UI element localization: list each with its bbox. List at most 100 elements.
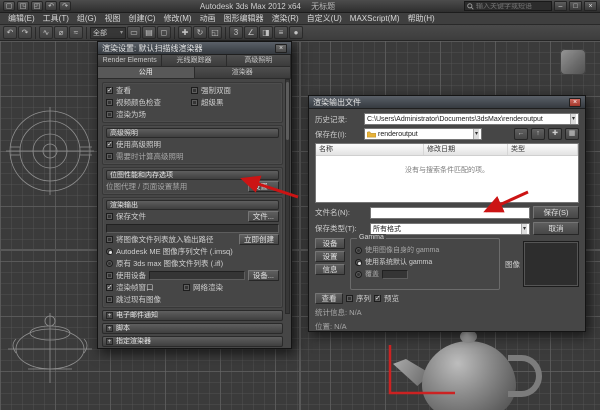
align-icon[interactable]: ≡ [274, 26, 288, 39]
select-scale-icon[interactable]: ◱ [208, 26, 222, 39]
rollout-scripts[interactable]: + 脚本 [102, 323, 283, 334]
info-button[interactable]: 信息 [315, 264, 345, 275]
ifl-radio[interactable] [106, 260, 113, 267]
rendered-frame-window-checkbox[interactable] [106, 283, 113, 291]
skip-existing-checkbox[interactable] [106, 296, 113, 303]
dialog-scrollbar[interactable] [285, 79, 290, 314]
menu-maxscript[interactable]: MAXScript(M) [346, 13, 404, 25]
tab-advanced-lighting[interactable]: 高级照明 [226, 55, 291, 66]
tab-common[interactable]: 公用 [98, 67, 195, 78]
use-device-checkbox[interactable] [106, 272, 113, 279]
render-to-fields-checkbox[interactable] [106, 111, 113, 118]
scrollbar-thumb[interactable] [286, 82, 289, 140]
viewport-splitter-vertical[interactable] [299, 41, 301, 410]
force-two-sided-checkbox[interactable] [191, 87, 198, 94]
devices-button[interactable]: 设备... [247, 270, 279, 281]
menu-create[interactable]: 创建(C) [124, 13, 159, 25]
redo-icon[interactable]: ↷ [59, 1, 71, 11]
output-dialog-title-bar[interactable]: 渲染输出文件 × [309, 96, 585, 109]
view-button[interactable]: 查看 [315, 293, 343, 304]
select-rotate-icon[interactable]: ↻ [193, 26, 207, 39]
save-button[interactable]: 保存(S) [533, 206, 579, 219]
redo-icon[interactable]: ↷ [18, 26, 32, 39]
menu-tools[interactable]: 工具(T) [39, 13, 73, 25]
undo-icon[interactable]: ↶ [3, 26, 17, 39]
rollout-email-notifications[interactable]: + 电子邮件通知 [102, 310, 283, 321]
selection-filter-dropdown[interactable]: 全部 [90, 26, 126, 39]
close-button[interactable]: × [584, 1, 597, 11]
open-file-icon[interactable]: ◳ [17, 1, 29, 11]
window-crossing-icon[interactable]: ◻ [157, 26, 171, 39]
video-color-check-checkbox[interactable] [106, 99, 113, 106]
close-icon[interactable]: × [275, 43, 287, 53]
sequence-checkbox[interactable] [346, 295, 353, 302]
setup-button[interactable]: 设置 [315, 251, 345, 262]
files-button[interactable]: 文件... [247, 211, 279, 222]
gamma-system-radio[interactable] [355, 258, 362, 266]
gamma-override-radio[interactable] [355, 270, 362, 278]
rollout-assign-renderer[interactable]: + 指定渲染器 [102, 336, 283, 347]
minimize-button[interactable]: – [554, 1, 567, 11]
create-now-button[interactable]: 立即创建 [239, 234, 279, 245]
history-dropdown[interactable]: C:\Users\Administrator\Documents\3dsMax\… [364, 113, 579, 125]
filename-input[interactable] [370, 206, 530, 219]
column-name[interactable]: 名称 [316, 144, 424, 155]
filetype-dropdown[interactable]: 所有格式 [370, 222, 530, 235]
infocenter-search[interactable] [464, 1, 552, 11]
save-file-checkbox[interactable] [106, 213, 113, 220]
tab-render-elements[interactable]: Render Elements [98, 55, 163, 66]
new-scene-icon[interactable]: ▢ [3, 1, 15, 11]
compute-advanced-lighting-checkbox[interactable] [106, 153, 113, 160]
angle-snap-icon[interactable]: ∠ [244, 26, 258, 39]
select-by-name-icon[interactable]: ▤ [142, 26, 156, 39]
menu-views[interactable]: 视图 [100, 13, 124, 25]
gamma-image-radio[interactable] [355, 246, 362, 254]
viewcube[interactable] [560, 49, 586, 75]
menu-group[interactable]: 组(G) [73, 13, 101, 25]
tab-raytracer[interactable]: 光线跟踪器 [162, 55, 227, 66]
bind-spacewarp-icon[interactable]: ≈ [69, 26, 83, 39]
menu-modifiers[interactable]: 修改(M) [160, 13, 196, 25]
new-folder-icon[interactable]: ✚ [548, 128, 562, 140]
rect-selection-region-icon[interactable]: ▭ [127, 26, 141, 39]
preview-checkbox[interactable] [374, 294, 381, 302]
column-date-modified[interactable]: 修改日期 [424, 144, 508, 155]
render-production-icon[interactable]: ● [289, 26, 303, 39]
net-render-checkbox[interactable] [183, 284, 190, 291]
device-field[interactable] [149, 271, 245, 280]
cancel-button[interactable]: 取消 [533, 222, 579, 235]
gamma-override-field[interactable] [382, 269, 408, 279]
close-icon[interactable]: × [569, 97, 581, 107]
option-checkbox[interactable] [106, 86, 113, 94]
undo-icon[interactable]: ↶ [45, 1, 57, 11]
menu-rendering[interactable]: 渲染(R) [268, 13, 303, 25]
put-image-list-checkbox[interactable] [106, 236, 113, 243]
unlink-selection-icon[interactable]: ⌀ [54, 26, 68, 39]
views-icon[interactable]: ▦ [565, 128, 579, 140]
back-icon[interactable]: ← [514, 128, 528, 140]
render-setup-title-bar[interactable]: 渲染设置: 默认扫描线渲染器 × [98, 42, 291, 55]
viewport-area[interactable]: 渲染设置: 默认扫描线渲染器 × Render Elements 光线跟踪器 高… [0, 41, 600, 410]
tab-renderer[interactable]: 渲染器 [194, 67, 291, 78]
maximize-button[interactable]: □ [569, 1, 582, 11]
select-move-icon[interactable]: ✚ [178, 26, 192, 39]
menu-graph-editors[interactable]: 图形编辑器 [220, 13, 268, 25]
output-path-field[interactable] [106, 223, 279, 233]
search-input[interactable] [476, 2, 549, 10]
snap-toggle-icon[interactable]: 3 [229, 26, 243, 39]
imsq-radio[interactable] [106, 248, 113, 255]
menu-animation[interactable]: 动画 [196, 13, 220, 25]
save-in-dropdown[interactable]: renderoutput [364, 128, 482, 140]
file-list[interactable]: 名称 修改日期 类型 没有与搜索条件匹配的项。 [315, 143, 579, 203]
bitmap-setup-button[interactable]: 设置... [247, 181, 279, 192]
use-advanced-lighting-checkbox[interactable] [106, 140, 113, 148]
column-type[interactable]: 类型 [508, 144, 578, 155]
menu-customize[interactable]: 自定义(U) [303, 13, 346, 25]
menu-edit[interactable]: 编辑(E) [4, 13, 39, 25]
select-link-icon[interactable]: ∿ [39, 26, 53, 39]
super-black-checkbox[interactable] [191, 99, 198, 106]
save-file-icon[interactable]: ◰ [31, 1, 43, 11]
mirror-icon[interactable]: ◨ [259, 26, 273, 39]
menu-help[interactable]: 帮助(H) [404, 13, 439, 25]
up-folder-icon[interactable]: ↑ [531, 128, 545, 140]
